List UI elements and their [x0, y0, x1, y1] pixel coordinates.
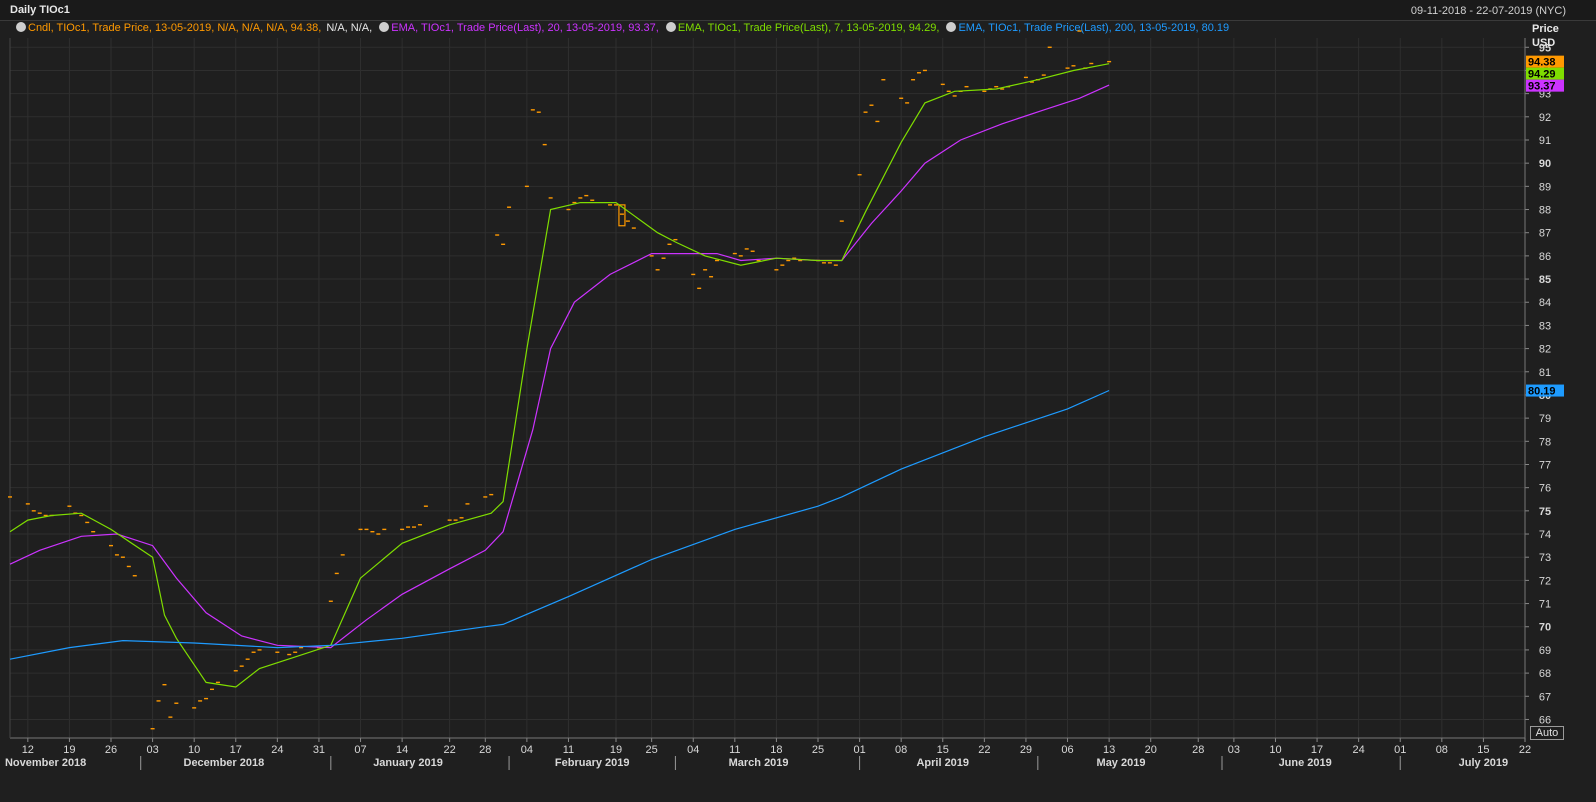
- x-tick-label: 14: [396, 744, 408, 756]
- x-tick-label: 08: [1436, 744, 1448, 756]
- y-tick-label: 66: [1539, 714, 1551, 726]
- x-tick-label: 13: [1103, 744, 1115, 756]
- x-month-label: March 2019: [729, 757, 789, 769]
- x-tick-label: 22: [978, 744, 990, 756]
- y-tick-label: 74: [1539, 529, 1551, 541]
- x-month-label: July 2019: [1459, 757, 1509, 769]
- x-tick-label: 12: [22, 744, 34, 756]
- y-tick-label: 70: [1539, 622, 1551, 634]
- x-tick-label: 18: [770, 744, 782, 756]
- y-tick-label: 68: [1539, 668, 1551, 680]
- x-tick-label: 11: [563, 744, 574, 756]
- y-tick-label: 82: [1539, 344, 1551, 356]
- x-tick-label: 10: [1269, 744, 1281, 756]
- y-tick-label: 69: [1539, 645, 1551, 657]
- x-tick-label: 01: [853, 744, 865, 756]
- x-tick-label: 17: [1311, 744, 1323, 756]
- y-tick-label: 87: [1539, 228, 1551, 240]
- x-month-label: February 2019: [555, 757, 630, 769]
- x-tick-label: 03: [146, 744, 158, 756]
- y-tick-label: 91: [1539, 135, 1551, 147]
- y-tick-label: 95: [1539, 42, 1551, 54]
- x-month-label: November 2018: [5, 757, 86, 769]
- x-tick-label: 29: [1020, 744, 1032, 756]
- x-tick-label: 04: [687, 744, 699, 756]
- x-tick-label: 03: [1228, 744, 1240, 756]
- y-tick-label: 83: [1539, 320, 1551, 332]
- x-tick-label: 24: [1353, 744, 1365, 756]
- x-month-label: April 2019: [916, 757, 969, 769]
- x-month-label: June 2019: [1279, 757, 1332, 769]
- y-tick-label: 84: [1539, 297, 1551, 309]
- y-tick-label: 78: [1539, 436, 1551, 448]
- x-tick-label: 07: [354, 744, 366, 756]
- x-tick-label: 01: [1394, 744, 1406, 756]
- y-tick-label: 72: [1539, 575, 1551, 587]
- y-tick-label: 73: [1539, 552, 1551, 564]
- price-tag-label: 94.29: [1528, 69, 1556, 81]
- x-month-label: December 2018: [184, 757, 265, 769]
- y-tick-label: 77: [1539, 459, 1551, 471]
- x-tick-label: 15: [937, 744, 949, 756]
- x-tick-label: 22: [1519, 744, 1531, 756]
- price-tag-label: 80.19: [1528, 386, 1556, 398]
- x-tick-label: 25: [812, 744, 824, 756]
- x-tick-label: 31: [313, 744, 325, 756]
- y-tick-label: 90: [1539, 158, 1551, 170]
- price-chart[interactable]: 6667686970717273747576777879808182838485…: [0, 0, 1596, 802]
- price-tag-label: 94.38: [1528, 57, 1556, 69]
- x-tick-label: 22: [444, 744, 456, 756]
- x-tick-label: 15: [1477, 744, 1489, 756]
- y-tick-label: 71: [1539, 599, 1551, 611]
- chart-window: Daily TIOc1 09-11-2018 - 22-07-2019 (NYC…: [0, 0, 1596, 802]
- y-tick-label: 79: [1539, 413, 1551, 425]
- auto-scale-button[interactable]: Auto: [1530, 726, 1564, 740]
- x-tick-label: 10: [188, 744, 200, 756]
- x-tick-label: 19: [63, 744, 75, 756]
- x-tick-label: 19: [610, 744, 622, 756]
- x-month-label: January 2019: [373, 757, 443, 769]
- y-tick-label: 86: [1539, 251, 1551, 263]
- x-tick-label: 17: [230, 744, 242, 756]
- x-tick-label: 11: [729, 744, 740, 756]
- y-tick-label: 75: [1539, 506, 1551, 518]
- x-tick-label: 28: [1192, 744, 1204, 756]
- x-tick-label: 20: [1145, 744, 1157, 756]
- y-tick-label: 92: [1539, 112, 1551, 124]
- price-tag-label: 93.37: [1528, 81, 1556, 93]
- x-tick-label: 08: [895, 744, 907, 756]
- y-tick-label: 85: [1539, 274, 1551, 286]
- y-tick-label: 76: [1539, 483, 1551, 495]
- y-tick-label: 89: [1539, 181, 1551, 193]
- x-tick-label: 04: [521, 744, 533, 756]
- y-tick-label: 67: [1539, 691, 1551, 703]
- x-tick-label: 26: [105, 744, 117, 756]
- x-month-label: May 2019: [1097, 757, 1146, 769]
- x-tick-label: 24: [271, 744, 283, 756]
- y-tick-label: 81: [1539, 367, 1551, 379]
- x-tick-label: 25: [646, 744, 658, 756]
- y-tick-label: 88: [1539, 205, 1551, 217]
- x-tick-label: 06: [1061, 744, 1073, 756]
- x-tick-label: 28: [479, 744, 491, 756]
